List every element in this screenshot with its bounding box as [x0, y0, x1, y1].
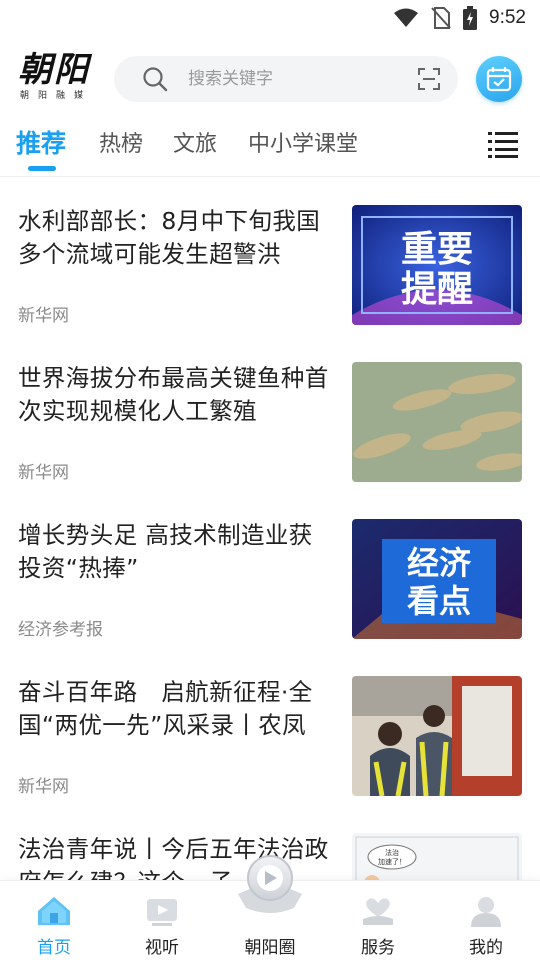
thumb-text-line1: 重要 [401, 229, 473, 270]
video-icon [147, 899, 177, 926]
app-header: 朝阳 朝阳融媒 [0, 44, 540, 112]
thumb-text-line1: 法治 [385, 848, 399, 857]
calendar-button[interactable] [476, 56, 522, 102]
logo-sub-text: 朝阳融媒 [20, 91, 93, 101]
nav-label: 首页 [37, 938, 71, 958]
news-title: 奋斗百年路 启航新征程·全国“两优一先”风采录丨农凤 [18, 678, 313, 739]
news-title: 世界海拔分布最高关键鱼种首次实现规模化人工繁殖 [18, 364, 329, 425]
tab-school-class[interactable]: 中小学课堂 [248, 126, 358, 158]
news-thumbnail [352, 676, 522, 796]
active-tab-indicator [28, 166, 56, 171]
thumb-text-line1: 经济 [407, 544, 472, 582]
clock-time: 9:52 [489, 7, 526, 28]
battery-icon [463, 6, 478, 30]
search-icon [143, 67, 168, 92]
profile-icon [471, 897, 501, 927]
status-bar: 9:52 [0, 0, 540, 36]
wifi-icon [394, 8, 419, 27]
thumb-text-line2: 看点 [407, 582, 471, 620]
tab-culture-travel[interactable]: 文旅 [173, 126, 217, 158]
news-item[interactable]: 世界海拔分布最高关键鱼种首次实现规模化人工繁殖 新华网 [0, 362, 540, 519]
news-source: 新华网 [18, 777, 69, 797]
news-title: 增长势头足 高技术制造业获投资“热捧” [18, 521, 313, 582]
tabs-divider [0, 176, 540, 177]
news-thumbnail: 重要 提醒 [352, 205, 522, 325]
service-icon [363, 898, 393, 925]
search-bar[interactable] [114, 56, 458, 102]
nav-label: 视听 [145, 938, 179, 958]
nav-service[interactable]: 服务 [324, 881, 432, 960]
menu-icon[interactable] [488, 130, 518, 158]
category-tabs: 推荐 热榜 文旅 中小学课堂 [0, 118, 540, 174]
search-input[interactable] [188, 64, 398, 94]
nav-profile[interactable]: 我的 [432, 881, 540, 960]
tab-recommend[interactable]: 推荐 [16, 124, 66, 160]
thumb-text-line2: 加速了！ [378, 857, 406, 866]
calendar-icon [486, 67, 512, 92]
news-source: 新华网 [18, 463, 69, 483]
app-logo[interactable]: 朝阳 朝阳融媒 [18, 50, 96, 108]
no-sim-icon [431, 7, 451, 29]
news-item[interactable]: 水利部部长：8月中下旬我国多个流域可能发生超警洪 新华网 重要 提醒 [0, 205, 540, 362]
nav-home[interactable]: 首页 [0, 881, 108, 960]
news-item[interactable]: 增长势头足 高技术制造业获投资“热捧” 经济参考报 经济 看点 [0, 519, 540, 676]
nav-label: 我的 [469, 938, 503, 958]
nav-video[interactable]: 视听 [108, 881, 216, 960]
news-item[interactable]: 奋斗百年路 启航新征程·全国“两优一先”风采录丨农凤 新华网 [0, 676, 540, 833]
news-source: 经济参考报 [18, 620, 103, 640]
news-source: 新华网 [18, 306, 69, 326]
logo-main-text: 朝阳 [18, 50, 90, 90]
news-title: 水利部部长：8月中下旬我国多个流域可能发生超警洪 [18, 207, 321, 268]
nav-label: 朝阳圈 [244, 938, 296, 958]
nav-label: 服务 [361, 938, 395, 958]
scan-icon[interactable] [418, 68, 440, 90]
home-icon [38, 897, 70, 925]
tab-hot-list[interactable]: 热榜 [99, 126, 143, 158]
thumb-text-line2: 提醒 [401, 269, 473, 310]
circle-icon[interactable] [234, 848, 306, 920]
news-thumbnail: 经济 看点 [352, 519, 522, 639]
news-thumbnail [352, 362, 522, 482]
